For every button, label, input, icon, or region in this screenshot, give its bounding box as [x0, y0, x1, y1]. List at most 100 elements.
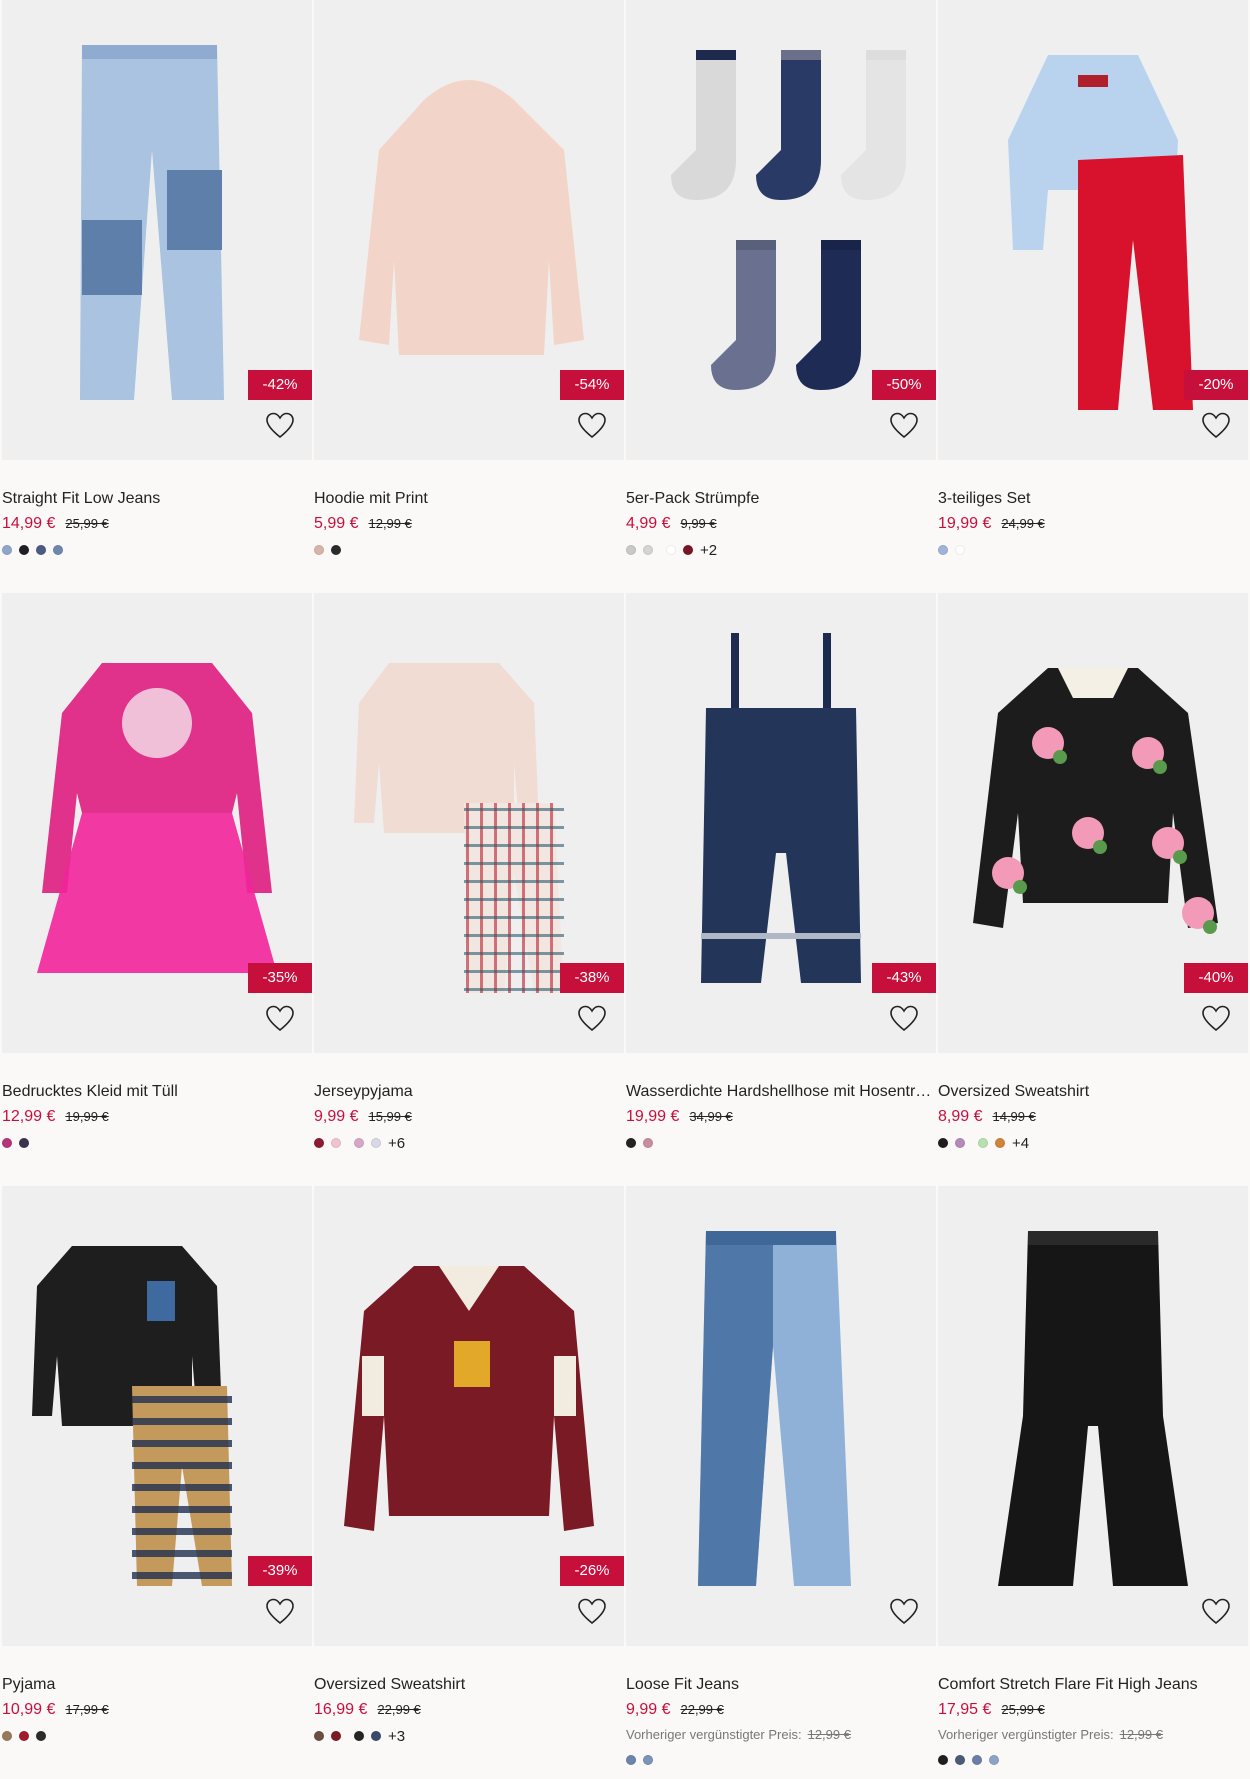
product-name[interactable]: 3-teiliges Set — [938, 490, 1248, 508]
product-photo[interactable] — [938, 1186, 1248, 1646]
product-image[interactable]: -39% — [2, 1186, 312, 1646]
product-image[interactable]: -20% — [938, 0, 1248, 460]
product-card[interactable]: Comfort Stretch Flare Fit High Jeans 17,… — [938, 1186, 1248, 1779]
product-name[interactable]: Oversized Sweatshirt — [938, 1083, 1248, 1101]
color-swatch[interactable] — [955, 1755, 965, 1765]
favorite-heart-icon[interactable] — [888, 1003, 920, 1035]
product-card[interactable]: -35% Bedrucktes Kleid mit Tüll 12,99 € 19… — [2, 593, 312, 1186]
product-image[interactable] — [626, 1186, 936, 1646]
color-swatch[interactable] — [2, 1138, 12, 1148]
color-swatches[interactable] — [2, 542, 70, 558]
color-swatches[interactable] — [314, 542, 348, 558]
more-colors-count[interactable]: +4 — [1012, 1135, 1029, 1152]
favorite-heart-icon[interactable] — [576, 1596, 608, 1628]
color-swatch[interactable] — [331, 545, 341, 555]
product-name[interactable]: Pyjama — [2, 1676, 312, 1694]
color-swatch[interactable] — [36, 1731, 46, 1741]
product-name[interactable]: Loose Fit Jeans — [626, 1676, 936, 1694]
color-swatch[interactable] — [643, 1755, 653, 1765]
color-swatch[interactable] — [19, 545, 29, 555]
color-swatch[interactable] — [643, 1138, 653, 1148]
favorite-heart-icon[interactable] — [888, 410, 920, 442]
color-swatches[interactable]: +4 — [938, 1135, 1029, 1152]
product-image[interactable]: -43% — [626, 593, 936, 1053]
product-image[interactable]: -42% — [2, 0, 312, 460]
color-swatch[interactable] — [331, 1138, 341, 1148]
favorite-heart-icon[interactable] — [1200, 1596, 1232, 1628]
favorite-heart-icon[interactable] — [1200, 410, 1232, 442]
color-swatch[interactable] — [626, 1755, 636, 1765]
more-colors-count[interactable]: +3 — [388, 1728, 405, 1745]
favorite-heart-icon[interactable] — [264, 1003, 296, 1035]
color-swatch[interactable] — [331, 1731, 341, 1741]
color-swatch[interactable] — [19, 1731, 29, 1741]
product-card[interactable]: -42% Straight Fit Low Jeans 14,99 € 25,99… — [2, 0, 312, 593]
color-swatch[interactable] — [626, 545, 636, 555]
product-image[interactable]: -54% — [314, 0, 624, 460]
more-colors-count[interactable]: +2 — [700, 542, 717, 559]
color-swatch[interactable] — [2, 545, 12, 555]
product-card[interactable]: -38% Jerseypyjama 9,99 € 15,99 € +6 — [314, 593, 624, 1186]
color-swatch[interactable] — [36, 545, 46, 555]
product-name[interactable]: Jerseypyjama — [314, 1083, 624, 1101]
product-image[interactable] — [938, 1186, 1248, 1646]
color-swatch[interactable] — [989, 1755, 999, 1765]
product-card[interactable]: -43% Wasserdichte Hardshellhose mit Hose… — [626, 593, 936, 1186]
color-swatch[interactable] — [354, 1138, 364, 1148]
favorite-heart-icon[interactable] — [264, 410, 296, 442]
product-image[interactable]: -35% — [2, 593, 312, 1053]
color-swatch[interactable] — [314, 1138, 324, 1148]
product-photo[interactable] — [626, 1186, 936, 1646]
product-name[interactable]: 5er-Pack Strümpfe — [626, 490, 936, 508]
favorite-heart-icon[interactable] — [264, 1596, 296, 1628]
product-card[interactable]: Loose Fit Jeans 9,99 € 22,99 € Vorheriger… — [626, 1186, 936, 1779]
product-name[interactable]: Bedrucktes Kleid mit Tüll — [2, 1083, 312, 1101]
favorite-heart-icon[interactable] — [576, 410, 608, 442]
color-swatch[interactable] — [626, 1138, 636, 1148]
color-swatch[interactable] — [938, 1755, 948, 1765]
product-card[interactable]: -54% Hoodie mit Print 5,99 € 12,99 € — [314, 0, 624, 593]
product-name[interactable]: Straight Fit Low Jeans — [2, 490, 312, 508]
product-card[interactable]: -39% Pyjama 10,99 € 17,99 € — [2, 1186, 312, 1779]
favorite-heart-icon[interactable] — [888, 1596, 920, 1628]
color-swatches[interactable] — [2, 1135, 36, 1151]
color-swatches[interactable] — [938, 542, 972, 558]
color-swatch[interactable] — [314, 545, 324, 555]
product-image[interactable]: -40% — [938, 593, 1248, 1053]
more-colors-count[interactable]: +6 — [388, 1135, 405, 1152]
favorite-heart-icon[interactable] — [576, 1003, 608, 1035]
color-swatches[interactable]: +3 — [314, 1728, 405, 1745]
product-image[interactable]: -50% — [626, 0, 936, 460]
color-swatch[interactable] — [938, 545, 948, 555]
color-swatch[interactable] — [683, 545, 693, 555]
product-card[interactable]: -40% Oversized Sweatshirt 8,99 €14,99 € … — [938, 593, 1248, 1186]
color-swatch[interactable] — [314, 1731, 324, 1741]
color-swatch[interactable] — [19, 1138, 29, 1148]
favorite-heart-icon[interactable] — [1200, 1003, 1232, 1035]
color-swatches[interactable] — [626, 1135, 660, 1151]
product-card[interactable]: -50% 5er-Pack Strümpfe 4,99 € 9,99 € +2 — [626, 0, 936, 593]
product-name[interactable]: Oversized Sweatshirt — [314, 1676, 624, 1694]
product-name[interactable]: Comfort Stretch Flare Fit High Jeans — [938, 1676, 1248, 1694]
color-swatches[interactable] — [626, 1752, 660, 1768]
color-swatch[interactable] — [938, 1138, 948, 1148]
color-swatch[interactable] — [371, 1731, 381, 1741]
product-name[interactable]: Wasserdichte Hardshellhose mit Hosenträg… — [626, 1083, 936, 1101]
color-swatch[interactable] — [995, 1138, 1005, 1148]
color-swatches[interactable]: +6 — [314, 1135, 405, 1152]
product-card[interactable]: -26% Oversized Sweatshirt 16,99 € 22,99 €… — [314, 1186, 624, 1779]
product-image[interactable]: -26% — [314, 1186, 624, 1646]
color-swatches[interactable] — [938, 1752, 1006, 1768]
color-swatch[interactable] — [371, 1138, 381, 1148]
color-swatch[interactable] — [972, 1755, 982, 1765]
color-swatch[interactable] — [53, 545, 63, 555]
color-swatch[interactable] — [354, 1731, 364, 1741]
color-swatch[interactable] — [955, 1138, 965, 1148]
color-swatch[interactable] — [978, 1138, 988, 1148]
product-image[interactable]: -38% — [314, 593, 624, 1053]
product-name[interactable]: Hoodie mit Print — [314, 490, 624, 508]
color-swatch[interactable] — [2, 1731, 12, 1741]
color-swatch[interactable] — [643, 545, 653, 555]
color-swatches[interactable]: +2 — [626, 542, 717, 559]
color-swatch[interactable] — [666, 545, 676, 555]
